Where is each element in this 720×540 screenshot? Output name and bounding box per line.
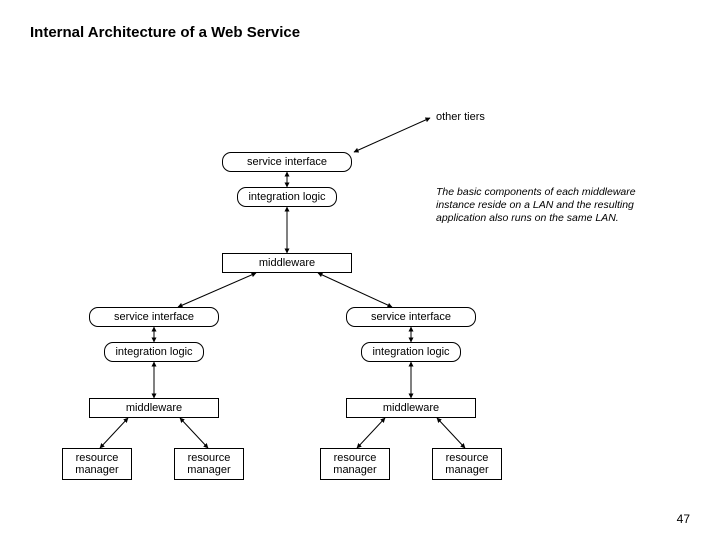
box-integration-logic-right: integration logic bbox=[361, 342, 461, 362]
box-service-interface-right: service interface bbox=[346, 307, 476, 327]
box-resource-manager-rl: resource manager bbox=[320, 448, 390, 480]
box-integration-logic-left: integration logic bbox=[104, 342, 204, 362]
annotation-note: The basic components of each middleware … bbox=[436, 186, 666, 225]
box-middleware-center: middleware bbox=[222, 253, 352, 273]
box-resource-manager-lr: resource manager bbox=[174, 448, 244, 480]
box-service-interface-top: service interface bbox=[222, 152, 352, 172]
box-resource-manager-ll: resource manager bbox=[62, 448, 132, 480]
page-number: 47 bbox=[677, 512, 690, 526]
label-other-tiers: other tiers bbox=[436, 111, 485, 123]
box-integration-logic-top: integration logic bbox=[237, 187, 337, 207]
box-service-interface-left: service interface bbox=[89, 307, 219, 327]
slide-title: Internal Architecture of a Web Service bbox=[30, 24, 300, 41]
box-middleware-right: middleware bbox=[346, 398, 476, 418]
box-middleware-left: middleware bbox=[89, 398, 219, 418]
box-resource-manager-rr: resource manager bbox=[432, 448, 502, 480]
